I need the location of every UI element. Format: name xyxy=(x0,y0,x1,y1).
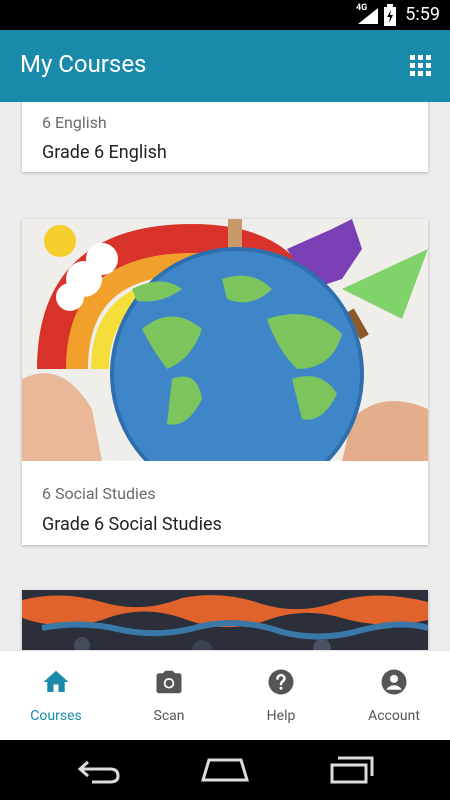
camera-icon xyxy=(156,670,182,694)
course-card-social-studies[interactable]: 6 Social Studies Grade 6 Social Studies xyxy=(22,219,428,545)
home-button-icon[interactable] xyxy=(201,758,249,782)
nav-label: Account xyxy=(368,708,420,724)
back-icon[interactable] xyxy=(78,758,122,784)
clock: 5:59 xyxy=(405,4,440,25)
course-image-globe xyxy=(22,219,428,461)
grid-icon[interactable] xyxy=(410,55,432,77)
nav-label: Scan xyxy=(153,708,185,724)
course-name: Grade 6 Social Studies xyxy=(42,514,222,535)
course-code: 6 Social Studies xyxy=(42,484,156,503)
status-bar: 4G 5:59 xyxy=(0,0,450,30)
nav-help[interactable]: Help xyxy=(225,651,337,741)
course-list[interactable]: 6 English Grade 6 English 6 Social Studi… xyxy=(0,102,450,650)
nav-label: Help xyxy=(266,708,296,724)
nav-label: Courses xyxy=(30,708,82,724)
app-bar: My Courses xyxy=(0,30,450,102)
course-card-partial[interactable] xyxy=(22,590,428,650)
nav-courses[interactable]: Courses xyxy=(0,651,112,741)
bottom-navigation: Courses Scan Help Account xyxy=(0,650,450,741)
page-title: My Courses xyxy=(20,50,147,78)
system-nav-bar xyxy=(0,740,450,800)
nav-account[interactable]: Account xyxy=(338,651,450,741)
signal-icon xyxy=(358,8,378,24)
course-name: Grade 6 English xyxy=(42,142,167,163)
course-code: 6 English xyxy=(42,113,107,132)
course-image-texture xyxy=(22,590,428,650)
nav-scan[interactable]: Scan xyxy=(113,651,225,741)
recents-icon[interactable] xyxy=(330,756,374,784)
battery-icon xyxy=(384,4,396,26)
help-icon xyxy=(268,669,294,695)
home-icon xyxy=(43,670,69,692)
account-icon xyxy=(381,669,407,695)
course-card-english[interactable]: 6 English Grade 6 English xyxy=(22,102,428,172)
